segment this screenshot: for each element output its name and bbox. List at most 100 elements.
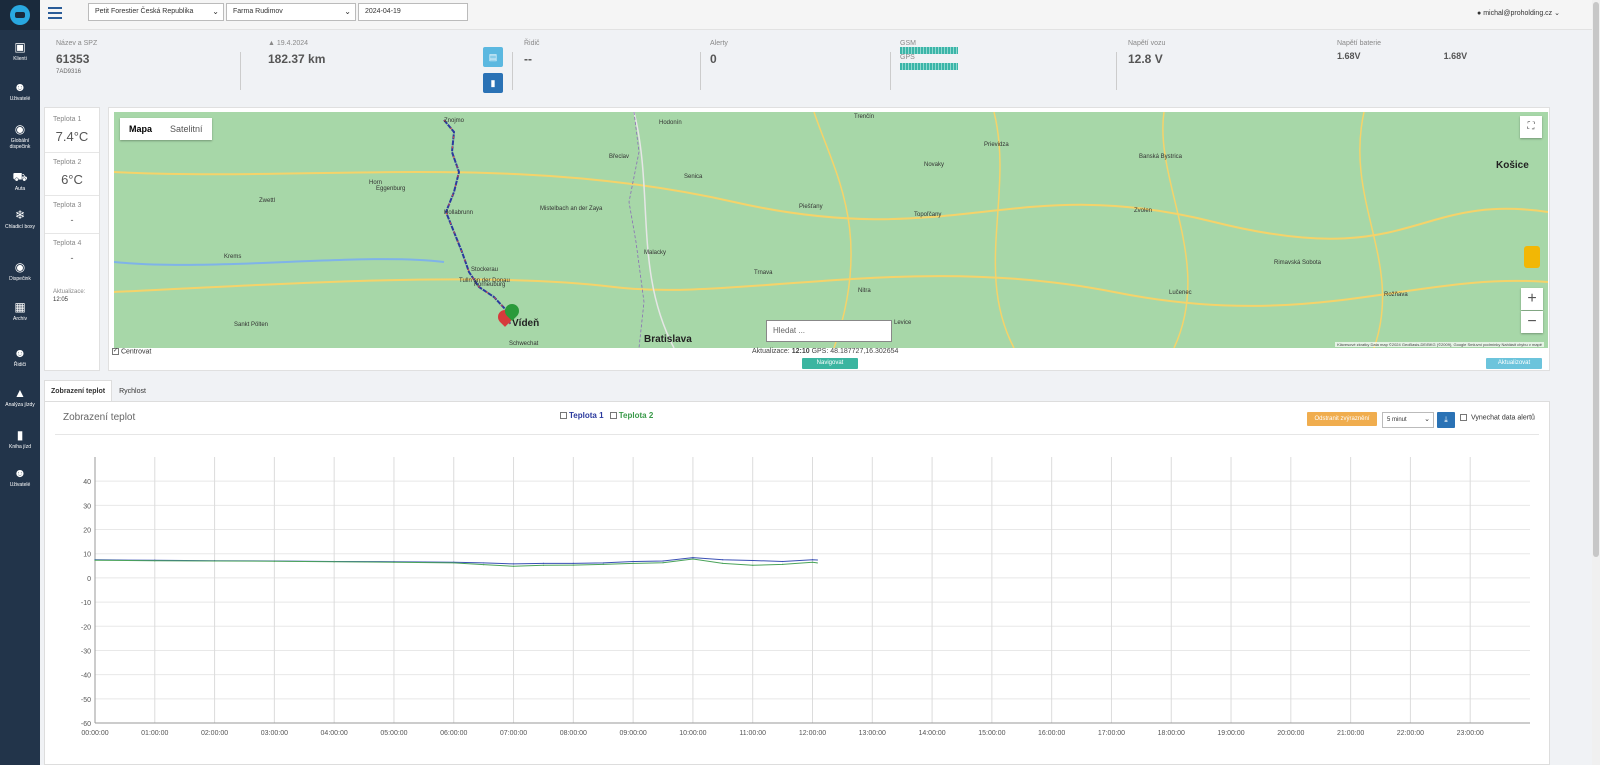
map-update-time: 12:10 [791,348,810,355]
stat-alerts-label: Alerty [710,40,728,47]
tab-temperatures[interactable]: Zobrazení teplot [44,380,113,402]
refresh-button[interactable]: Aktualizovat [1486,358,1542,369]
stat-vehicle-voltage: Napětí vozu 12.8 V [1128,40,1165,66]
gsm-signal-bar [900,47,958,54]
center-label: Centrovat [120,348,152,356]
archive-icon: ▦ [14,300,26,314]
sidebar-item-label: Kniha jízd [9,444,31,450]
reset-zoom-button[interactable]: Odstranit zvýraznění [1307,412,1377,426]
map-tab-map[interactable]: Mapa [120,118,161,140]
sidebar-item-10[interactable]: ☻ Uživatelé [0,466,40,488]
temp3-label: Teplota 3 [53,202,82,209]
page-scrollbar[interactable] [1592,0,1600,765]
road-icon: ▲ [268,40,277,47]
app-logo[interactable] [0,0,40,30]
interval-select[interactable]: 5 minut ⌄ [1382,412,1434,428]
chevron-down-icon: ⌄ [1424,416,1430,423]
data-point [542,562,545,564]
map-label: Vídeň [512,318,540,329]
skip-alerts-checkbox[interactable]: Vynechat data alertů [1460,414,1535,421]
zoom-in-button[interactable]: + [1521,288,1543,310]
y-tick-label: -30 [81,648,91,655]
map-tab-satellite[interactable]: Satelitní [161,118,212,140]
farm-select[interactable]: Farma Rudimov ⌄ [226,3,356,21]
sidebar-item-6[interactable]: ▦ Archiv [0,300,40,322]
sidebar-item-2[interactable]: ◉ Globální dispečink [0,122,40,150]
user-menu[interactable]: ● michal@proholding.cz ⌄ [1477,9,1560,17]
gps-coords-value: 48.187727,16.302654 [830,348,899,355]
book-icon: ▮ [16,428,24,442]
sidebar-item-9[interactable]: ▮ Kniha jízd [0,428,40,450]
data-point [483,562,485,564]
truck-icon: ⛟ [12,170,28,184]
sidebar-item-3[interactable]: ⛟ Auta [0,170,40,192]
farm-select-value: Farma Rudimov [233,8,283,15]
x-tick-label: 09:00:00 [620,730,647,737]
legend-label-teplota1: Teplota 1 [569,411,604,420]
scrollbar-thumb[interactable] [1593,2,1599,557]
temp1-value: 7.4°C [45,123,99,153]
x-tick-label: 12:00:00 [799,730,826,737]
map-search-input[interactable]: Hledat ... [766,320,892,342]
legend-item-teplota2[interactable]: Teplota 2 [606,411,653,420]
company-select[interactable]: Petit Forestier Česká Republika ⌄ [88,3,224,21]
download-icon: ⤓ [1444,415,1448,424]
street-view-pegman-icon[interactable] [1524,246,1540,268]
date-input[interactable]: 2024-04-19 [358,3,468,21]
tab-speed[interactable]: Rychlost [112,380,153,402]
data-point [782,563,784,565]
sidebar-item-1[interactable]: ☻ Uživatelé [0,80,40,102]
map-footer: ✓ Centrovat Aktualizace: 12:10 GPS: 48.1… [112,348,1546,372]
sidebar-item-4[interactable]: ❄ Chladicí boxy [0,208,40,230]
logo-icon [10,5,30,25]
sidebar-item-8[interactable]: ▲ Analýza jízdy [0,386,40,408]
stat-battery-voltage: Napětí baterie 1.68V 1.68V [1337,40,1467,61]
map-label: Sankt Pölten [234,322,269,328]
map-label: Nitra [858,288,871,294]
temp4-value: - [70,253,74,263]
fullscreen-icon[interactable]: ⛶ [1520,116,1542,138]
temp3-value: - [45,209,99,234]
chevron-down-icon: ⌄ [212,7,219,16]
center-checkbox[interactable]: ✓ Centrovat [112,348,151,355]
hamburger-menu-icon[interactable] [48,7,62,21]
divider [1116,52,1117,90]
sidebar-item-0[interactable]: ▣ Klienti [0,40,40,62]
snowflake-icon: ❄ [14,208,26,222]
chart-view-button[interactable]: ▤ [483,47,503,67]
navigate-button[interactable]: Navigovat [802,358,858,369]
data-point [602,562,604,564]
temp2-label: Teplota 2 [53,159,82,166]
stat-driver-label: Řidič [524,40,540,47]
checkbox-checked-icon [560,412,567,420]
download-button[interactable]: ⤓ [1437,412,1455,428]
sidebar-item-7[interactable]: ☻ Řidiči [0,346,40,368]
sidebar-item-5[interactable]: ◉ Dispečink [0,260,40,282]
stat-signal: GSM GPS [900,40,958,70]
sidebar: ▣ Klienti ☻ Uživatelé ◉ Globální dispečink ⛟ Au… [0,0,40,765]
temp1-label: Teplota 1 [53,116,82,123]
x-tick-label: 07:00:00 [500,730,527,737]
map-label: Korneuburg [474,282,506,288]
map-label: Břeclav [609,154,630,160]
x-tick-label: 17:00:00 [1098,730,1125,737]
zoom-out-button[interactable]: − [1521,311,1543,333]
chart-title: Zobrazení teplot [63,412,136,423]
legend-item-teplota1[interactable]: Teplota 1 [560,411,604,420]
stat-name: Název a SPZ 61353 7AD9316 [56,40,97,75]
y-tick-label: -10 [81,600,91,607]
stat-driver-value: -- [524,52,532,66]
x-tick-label: 14:00:00 [918,730,945,737]
checkbox-checked-icon [609,412,617,420]
x-tick-label: 08:00:00 [560,730,587,737]
y-tick-label: 40 [83,479,91,486]
stat-date: 19.4.2024 [276,40,309,47]
data-point [333,561,335,563]
map-canvas[interactable]: Trenčín Košice Bratislava Vídeň Znojmo Hollab… [114,112,1548,348]
temperature-chart[interactable]: 40 30 20 10 0 -10 -20 -30 -40 -50 -60 00:00:00 01:00… [40,442,1540,752]
user-email: michal@proholding.cz [1483,10,1553,17]
map-label: Hollabrunn [444,210,474,216]
book-view-button[interactable]: ▮ [483,73,503,93]
x-tick-label: 06:00:00 [440,730,467,737]
x-tick-label: 03:00:00 [261,730,288,737]
